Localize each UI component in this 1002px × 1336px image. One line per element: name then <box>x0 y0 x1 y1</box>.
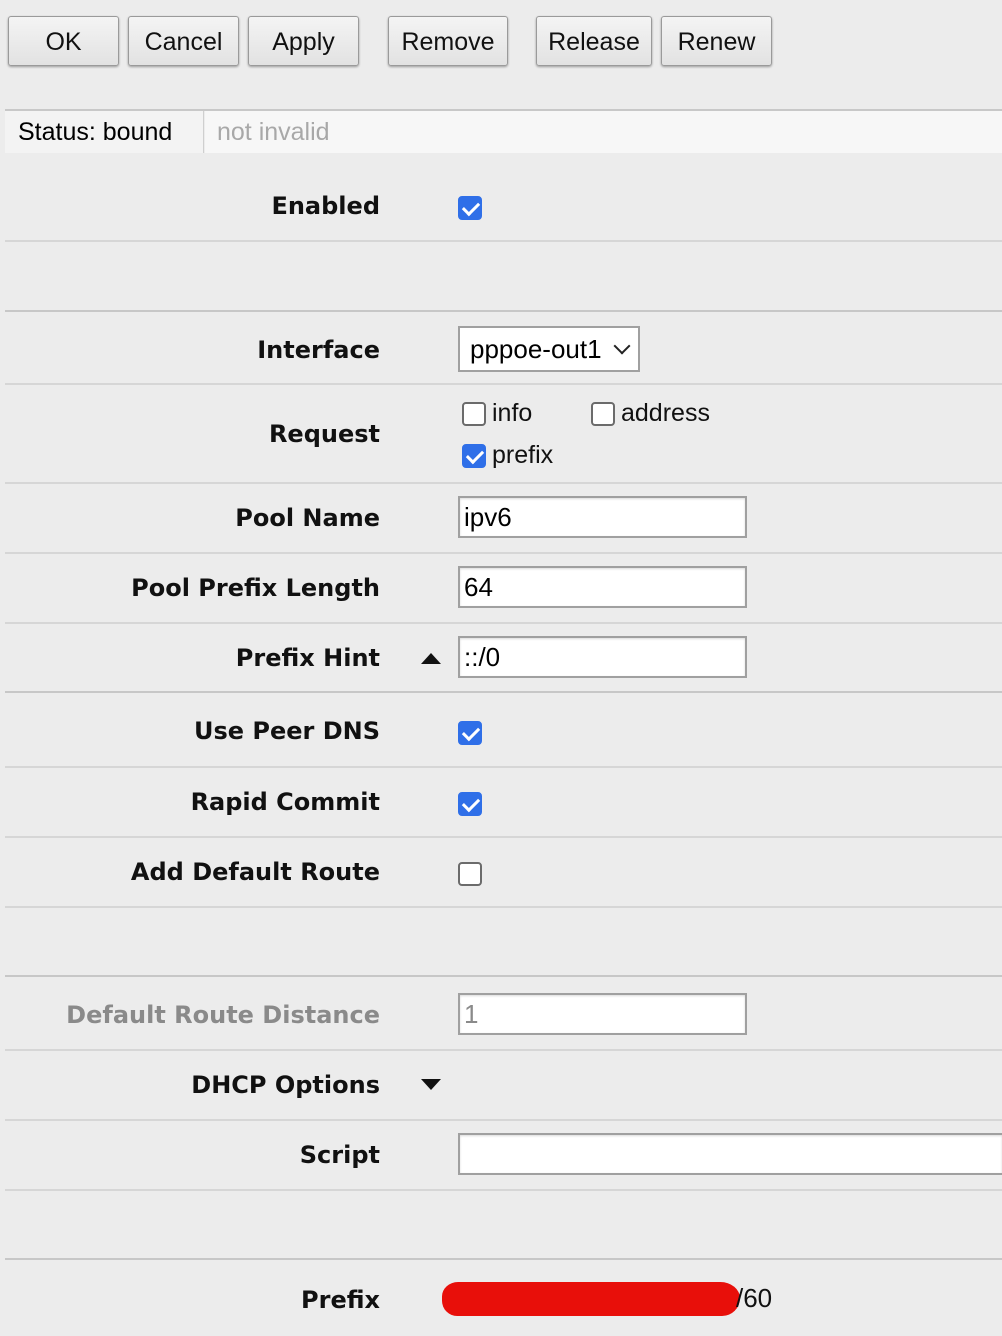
prefix-hint-input[interactable]: ::/0 <box>458 636 747 678</box>
request-address-label: address <box>621 399 710 427</box>
request-prefix-checkbox[interactable] <box>462 444 486 468</box>
section-divider <box>5 975 1002 977</box>
script-label: Script <box>299 1141 380 1169</box>
use-peer-dns-row: Use Peer DNS <box>5 697 1002 768</box>
status-text: Status: bound <box>5 111 204 153</box>
enabled-row: Enabled <box>5 172 1002 242</box>
request-row: Request info address prefix <box>5 385 1002 484</box>
add-default-route-checkbox[interactable] <box>458 862 482 886</box>
pool-prefix-length-row: Pool Prefix Length 64 <box>5 554 1002 624</box>
status-secondary-text: not invalid <box>205 111 1002 153</box>
prefix-label: Prefix <box>301 1286 380 1314</box>
chevron-down-icon <box>613 337 631 355</box>
request-info-checkbox[interactable] <box>462 402 486 426</box>
section-divider <box>5 310 1002 312</box>
rapid-commit-checkbox[interactable] <box>458 792 482 816</box>
prefix-value: /60 <box>442 1280 822 1316</box>
script-row: Script <box>5 1121 1002 1191</box>
dhcp-options-row: DHCP Options <box>5 1051 1002 1121</box>
toolbar: OK Cancel Apply Remove Release Renew <box>0 0 1002 80</box>
cancel-button[interactable]: Cancel <box>128 16 239 66</box>
interface-label: Interface <box>257 336 380 364</box>
section-divider <box>5 1258 1002 1260</box>
add-default-route-row: Add Default Route <box>5 838 1002 908</box>
pool-prefix-length-input[interactable]: 64 <box>458 566 747 608</box>
interface-row: Interface pppoe-out1 <box>5 314 1002 385</box>
add-default-route-label: Add Default Route <box>130 858 380 886</box>
status-bar: Status: bound not invalid <box>5 109 1002 153</box>
prefix-hint-row: Prefix Hint ::/0 <box>5 624 1002 693</box>
rapid-commit-row: Rapid Commit <box>5 768 1002 838</box>
request-address-checkbox[interactable] <box>591 402 615 426</box>
interface-select-value: pppoe-out1 <box>470 334 602 364</box>
release-button[interactable]: Release <box>536 16 652 66</box>
enabled-label: Enabled <box>271 192 380 220</box>
remove-button[interactable]: Remove <box>388 16 508 66</box>
renew-button[interactable]: Renew <box>661 16 772 66</box>
pool-prefix-length-label: Pool Prefix Length <box>131 574 380 602</box>
pool-name-row: Pool Name ipv6 <box>5 484 1002 554</box>
dhcp-options-label: DHCP Options <box>191 1071 380 1099</box>
triangle-up-icon[interactable] <box>421 653 441 664</box>
default-route-distance-row: Default Route Distance 1 <box>5 979 1002 1051</box>
use-peer-dns-label: Use Peer DNS <box>193 717 380 745</box>
triangle-down-icon[interactable] <box>421 1079 441 1090</box>
default-route-distance-label: Default Route Distance <box>66 1001 380 1029</box>
enabled-checkbox[interactable] <box>458 196 482 220</box>
ok-button[interactable]: OK <box>8 16 119 66</box>
default-route-distance-input[interactable]: 1 <box>458 993 747 1035</box>
request-label: Request <box>268 420 380 448</box>
rapid-commit-label: Rapid Commit <box>190 788 380 816</box>
interface-select[interactable]: pppoe-out1 <box>458 326 640 372</box>
script-input[interactable] <box>458 1133 1002 1175</box>
prefix-suffix: /60 <box>736 1283 773 1313</box>
redaction-mark <box>442 1282 740 1316</box>
pool-name-label: Pool Name <box>235 504 380 532</box>
prefix-hint-label: Prefix Hint <box>235 644 380 672</box>
request-prefix-label: prefix <box>492 441 554 469</box>
request-info-label: info <box>492 399 533 427</box>
apply-button[interactable]: Apply <box>248 16 359 66</box>
pool-name-input[interactable]: ipv6 <box>458 496 747 538</box>
use-peer-dns-checkbox[interactable] <box>458 721 482 745</box>
